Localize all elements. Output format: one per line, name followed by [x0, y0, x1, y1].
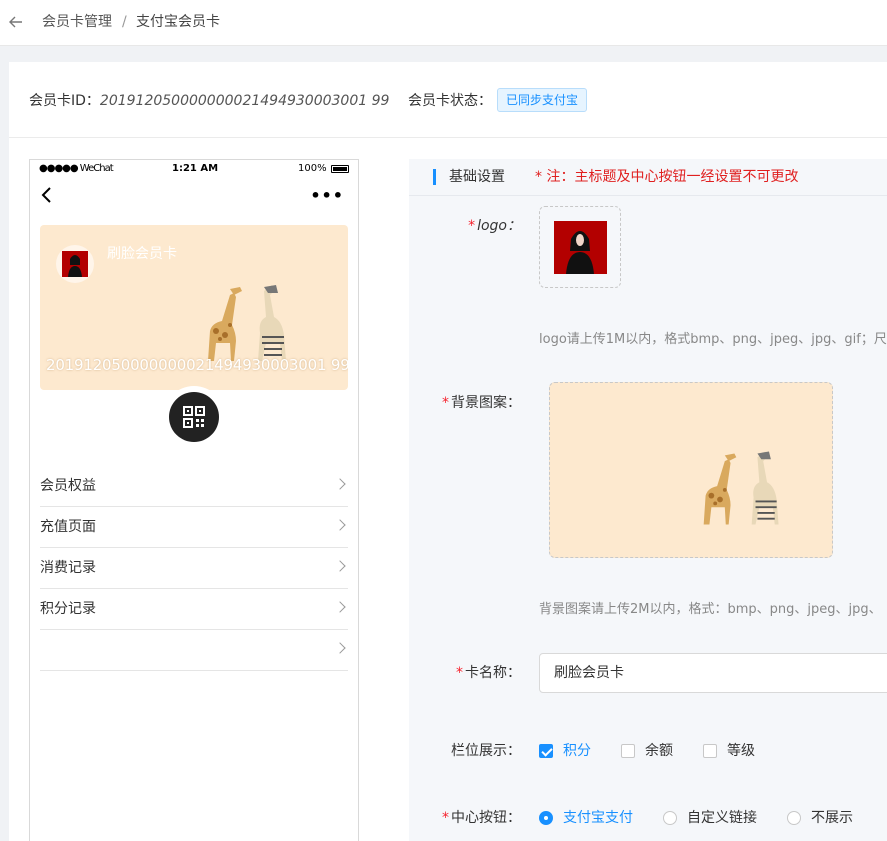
phone-menu-list: 会员权益 充值页面 消费记录 积分记录 [40, 466, 348, 671]
menu-item-recharge[interactable]: 充值页面 [40, 507, 348, 548]
radio-custom-link[interactable]: 自定义链接 [663, 808, 763, 828]
menu-item-label: 充值页面 [40, 519, 96, 535]
main-card: 会员卡ID：201912050000000021494930003001 99 … [9, 62, 887, 841]
card-id-label: 会员卡ID： [29, 93, 100, 109]
required-mark: * [456, 665, 463, 681]
logo-preview-image [553, 220, 607, 274]
center-button-field-label: * 中心按钮： [442, 810, 521, 826]
phone-time: 1:21 AM [172, 163, 219, 174]
checkbox-label: 积分 [563, 743, 591, 759]
chevron-right-icon [334, 478, 346, 490]
chevron-right-icon [334, 642, 346, 654]
section-header: 基础设置 * 注：主标题及中心按钮一经设置不可更改 [409, 159, 887, 196]
breadcrumb-parent[interactable]: 会员卡管理 [42, 12, 112, 32]
back-arrow-icon[interactable] [8, 11, 24, 33]
card-logo-image [62, 251, 88, 277]
giraffe-illustration [696, 443, 792, 533]
qr-code-button[interactable] [169, 392, 219, 442]
radio-label: 不展示 [811, 810, 853, 826]
breadcrumb-separator: / [122, 14, 127, 30]
logo-field-label: * logo： [468, 218, 521, 234]
radio-label: 自定义链接 [687, 810, 757, 826]
menu-item-consumption[interactable]: 消费记录 [40, 548, 348, 589]
battery-icon [331, 165, 349, 173]
top-bar: 会员卡管理 / 支付宝会员卡 [0, 0, 887, 46]
phone-preview: ●●●●● WeChat 1:21 AM 100% ••• 刷脸会员卡 2019… [29, 159, 359, 841]
required-mark: * [442, 810, 449, 826]
checkbox-icon [621, 744, 635, 758]
radio-alipay-pay[interactable]: 支付宝支付 [539, 808, 639, 828]
status-badge: 已同步支付宝 [497, 88, 588, 112]
section-warning-note: * 注：主标题及中心按钮一经设置不可更改 [535, 169, 799, 185]
background-field-label: * 背景图案： [442, 395, 521, 411]
logo-upload-hint: logo请上传1M以内，格式bmp、png、jpeg、jpg、gif；尺 [539, 332, 887, 347]
menu-item-points[interactable]: 积分记录 [40, 589, 348, 630]
checkbox-label: 余额 [645, 743, 673, 759]
background-upload-hint: 背景图案请上传2M以内，格式：bmp、png、jpeg、jpg、 [539, 602, 882, 617]
card-id-value: 201912050000000021494930003001 99 [99, 93, 390, 109]
phone-battery-text: 100% [298, 163, 327, 174]
radio-label: 支付宝支付 [563, 810, 633, 826]
radio-icon [663, 811, 677, 825]
menu-item-empty[interactable] [40, 630, 348, 671]
card-id-text: 会员卡ID：201912050000000021494930003001 99 [29, 91, 389, 111]
card-name-label: * 卡名称： [456, 665, 521, 681]
breadcrumb-current: 支付宝会员卡 [136, 14, 220, 30]
radio-hidden[interactable]: 不展示 [787, 808, 867, 828]
checkbox-icon [539, 744, 553, 758]
card-logo-wrap [56, 245, 94, 283]
chevron-right-icon [334, 560, 346, 572]
member-card-preview: 刷脸会员卡 201912050000000021494930003001 99 [40, 225, 348, 390]
checkbox-points[interactable]: 积分 [539, 741, 599, 761]
phone-back-icon[interactable] [40, 185, 54, 210]
phone-status-bar: ●●●●● WeChat 1:21 AM 100% [30, 160, 358, 178]
qr-code-icon [183, 406, 205, 428]
required-mark: * [442, 395, 449, 411]
menu-item-label: 消费记录 [40, 560, 96, 576]
card-status-label: 会员卡状态： [408, 93, 492, 109]
checkbox-balance[interactable]: 余额 [621, 741, 681, 761]
card-name-input[interactable]: 刷脸会员卡 [539, 653, 887, 693]
settings-form: 基础设置 * 注：主标题及中心按钮一经设置不可更改 * logo： logo请上传… [409, 159, 887, 841]
columns-field-label: 栏位展示： [451, 743, 521, 759]
card-number: 201912050000000021494930003001 99 [46, 356, 348, 374]
chevron-right-icon [334, 519, 346, 531]
card-title: 刷脸会员卡 [107, 246, 177, 262]
checkbox-label: 等级 [727, 743, 755, 759]
menu-item-label: 积分记录 [40, 601, 96, 617]
radio-icon [539, 811, 553, 825]
required-mark: * [468, 218, 476, 234]
phone-carrier: ●●●●● WeChat [39, 163, 114, 174]
menu-item-benefits[interactable]: 会员权益 [40, 466, 348, 507]
checkbox-level[interactable]: 等级 [703, 741, 763, 761]
section-title: 基础设置 [449, 169, 505, 185]
menu-item-label: 会员权益 [40, 478, 96, 494]
radio-icon [787, 811, 801, 825]
giraffe-illustration [200, 281, 300, 365]
chevron-right-icon [334, 601, 346, 613]
checkbox-icon [703, 744, 717, 758]
phone-more-icon[interactable]: ••• [310, 186, 344, 206]
card-info-row: 会员卡ID：201912050000000021494930003001 99 … [9, 62, 887, 138]
section-accent-bar [433, 169, 436, 185]
logo-upload[interactable] [539, 206, 621, 288]
background-upload[interactable] [549, 382, 833, 558]
